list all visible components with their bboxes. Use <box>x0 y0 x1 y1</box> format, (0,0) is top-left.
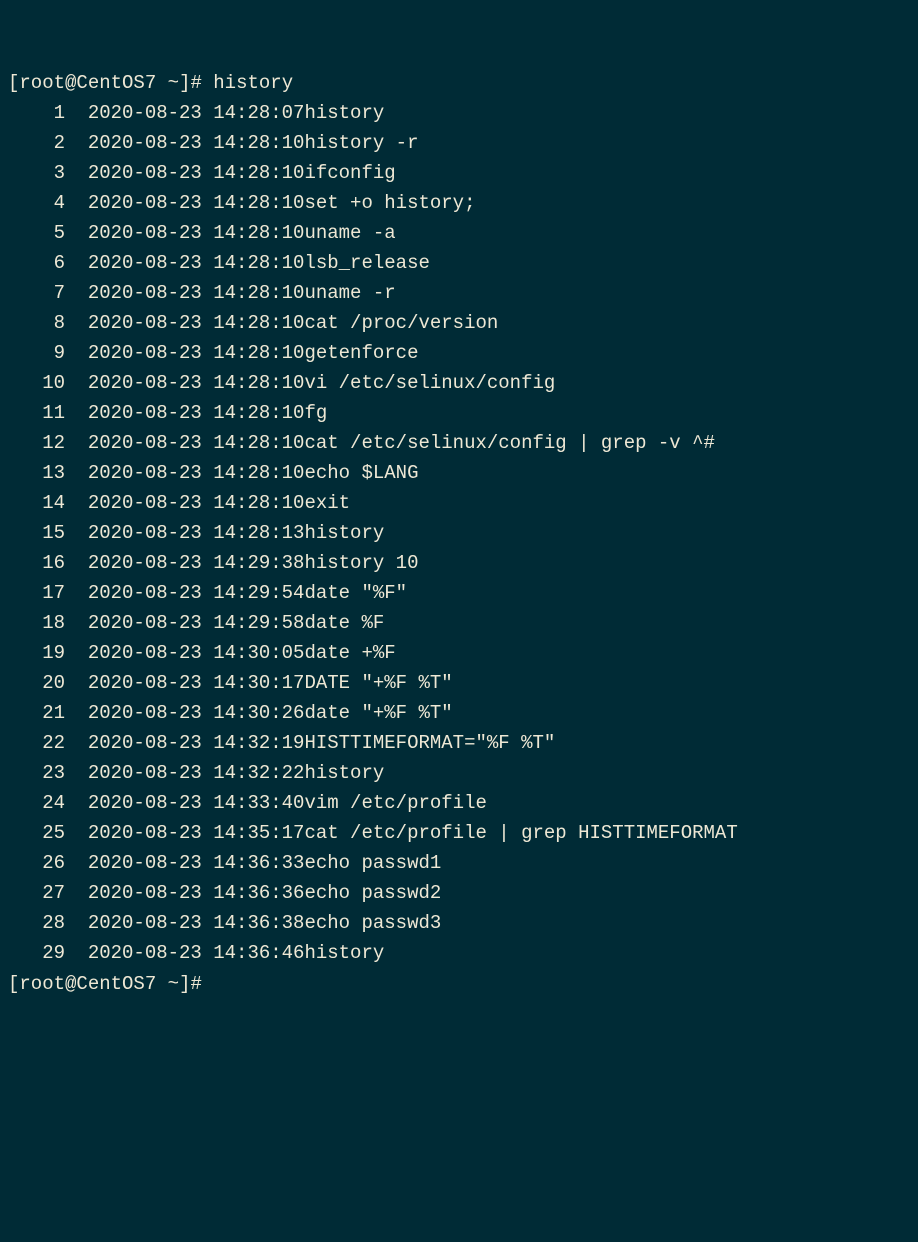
prompt-at: @ <box>65 72 76 94</box>
prompt-bracket: [ <box>8 72 19 94</box>
terminal-output: [root@CentOS7 ~]# history 1 2020-08-23 1… <box>8 68 910 998</box>
prompt-user: root <box>19 72 65 94</box>
prompt-path: ~ <box>168 72 179 94</box>
prompt-line[interactable]: [root@CentOS7 ~]# <box>8 973 213 995</box>
prompt-user: root <box>19 973 65 995</box>
typed-command: history <box>213 72 293 94</box>
prompt-host: CentOS7 <box>76 973 156 995</box>
prompt-bracket: ] <box>179 973 190 995</box>
prompt-at: @ <box>65 973 76 995</box>
prompt-bracket: [ <box>8 973 19 995</box>
prompt-path: ~ <box>168 973 179 995</box>
history-list: 1 2020-08-23 14:28:07history 2 2020-08-2… <box>8 102 738 964</box>
prompt-hash: # <box>190 72 201 94</box>
prompt-space <box>156 973 167 995</box>
prompt-line[interactable]: [root@CentOS7 ~]# history <box>8 72 293 94</box>
prompt-bracket: ] <box>179 72 190 94</box>
prompt-hash: # <box>190 973 201 995</box>
prompt-space <box>156 72 167 94</box>
prompt-host: CentOS7 <box>76 72 156 94</box>
